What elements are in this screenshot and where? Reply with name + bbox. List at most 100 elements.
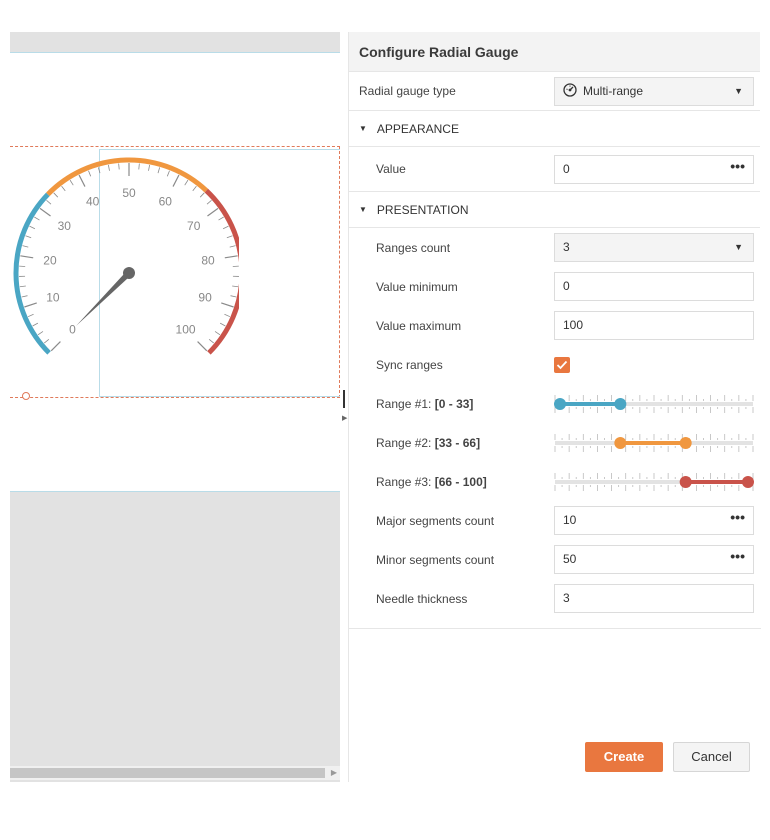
presentation-section-header[interactable]: ▼ PRESENTATION [349, 192, 760, 228]
gauge-major-tick [221, 302, 234, 308]
gauge-minor-tick [19, 285, 26, 288]
panel-title: Configure Radial Gauge [349, 32, 760, 72]
gauge-major-tick [20, 255, 34, 259]
ranges-count-select[interactable]: 3 ▼ [554, 233, 754, 262]
horizontal-scrollbar[interactable]: ▶ [10, 766, 340, 780]
needle-thickness-text: 3 [563, 591, 570, 605]
gauge-minor-tick [107, 164, 110, 171]
minor-segments-row: Minor segments count 50 ••• [349, 540, 760, 579]
range-3-row: Range #3: [66 - 100] [349, 462, 760, 501]
more-options-icon[interactable]: ••• [730, 543, 745, 570]
value-maximum-text: 100 [563, 318, 584, 332]
major-segments-row: Major segments count 10 ••• [349, 501, 760, 540]
gauge-tick-label: 10 [46, 291, 60, 305]
gauge-type-label: Radial gauge type [359, 84, 456, 98]
gauge-type-value: Multi-range [583, 83, 644, 98]
checkmark-icon [556, 360, 568, 369]
gauge-minor-tick [166, 170, 170, 177]
range-1-row: Range #1: [0 - 33] [349, 384, 760, 423]
gauge-icon [563, 82, 577, 97]
gauge-type-select[interactable]: Multi-range ▼ [554, 76, 754, 106]
range-3-bracket: [66 - 100] [434, 474, 487, 489]
gauge-minor-tick [184, 179, 189, 186]
minor-segments-text: 50 [563, 552, 577, 566]
range-1-bracket: [0 - 33] [434, 396, 474, 411]
cancel-button[interactable]: Cancel [673, 742, 750, 772]
gauge-minor-tick [222, 225, 229, 230]
appearance-section-header[interactable]: ▼ APPEARANCE [349, 111, 760, 147]
radial-gauge[interactable]: 0 10 20 30 40 50 60 70 80 90 100 [10, 123, 239, 373]
gauge-minor-tick [118, 163, 120, 170]
gauge-major-tick [197, 341, 208, 352]
range-2-label-text: Range #2: [376, 435, 432, 450]
gauge-minor-tick [157, 167, 161, 174]
ranges-count-row: Ranges count 3 ▼ [349, 228, 760, 267]
gauge-tick-label: 40 [86, 195, 100, 209]
gauge-minor-tick [219, 322, 226, 327]
gauge-minor-tick [97, 167, 101, 174]
more-options-icon[interactable]: ••• [730, 153, 745, 180]
gauge-minor-tick [206, 199, 212, 205]
needle-thickness-row: Needle thickness 3 [349, 579, 760, 618]
range-3-label: Range #3: [66 - 100] [376, 475, 487, 489]
gauge-minor-tick [224, 313, 231, 318]
range-2-slider[interactable] [554, 423, 754, 462]
gauge-minor-tick [214, 331, 221, 336]
panel-splitter[interactable] [343, 390, 345, 408]
gauge-minor-tick [138, 163, 140, 170]
minor-segments-input[interactable]: 50 ••• [554, 545, 754, 574]
canvas-top-strip [10, 32, 340, 52]
gauge-major-tick [24, 302, 37, 308]
appearance-header-label: APPEARANCE [376, 121, 459, 136]
range-1-slider[interactable] [554, 384, 754, 423]
value-maximum-input[interactable]: 100 [554, 311, 754, 340]
gauge-tick-label: 80 [201, 253, 215, 267]
gauge-minor-tick [88, 170, 92, 177]
gauge-minor-tick [53, 192, 59, 198]
slider-handle-start[interactable] [614, 437, 627, 449]
chevron-down-icon: ▼ [734, 85, 743, 96]
gauge-tick-label: 50 [122, 186, 136, 200]
scroll-right-arrow-icon[interactable]: ▶ [328, 766, 340, 780]
selection-handle[interactable] [22, 392, 30, 400]
gauge-tick-label: 0 [69, 323, 76, 337]
gauge-tick-label: 100 [176, 323, 196, 337]
sync-ranges-checkbox[interactable] [554, 356, 570, 373]
needle-thickness-input[interactable]: 3 [554, 584, 754, 613]
range-2-row: Range #2: [33 - 66] [349, 423, 760, 462]
splitter-arrow-icon[interactable]: ▶ [342, 414, 347, 422]
major-segments-text: 10 [563, 513, 577, 527]
gauge-minor-tick [218, 216, 224, 221]
gauge-minor-tick [22, 245, 29, 248]
value-minimum-text: 0 [563, 279, 570, 293]
range-3-label-text: Range #3: [376, 474, 432, 489]
slider-handle-end[interactable] [742, 476, 754, 488]
slider-handle-end[interactable] [614, 398, 627, 410]
gauge-minor-tick [61, 185, 66, 192]
gauge-minor-tick [32, 322, 39, 327]
value-minimum-input[interactable]: 0 [554, 272, 754, 301]
create-button[interactable]: Create [585, 742, 663, 772]
ranges-count-label: Ranges count [376, 240, 451, 255]
designer-canvas[interactable]: 0 10 20 30 40 50 60 70 80 90 100 ▶ [10, 32, 340, 782]
scrollbar-thumb[interactable] [10, 768, 325, 778]
value-minimum-label: Value minimum [376, 279, 458, 294]
gauge-minor-tick [192, 185, 197, 192]
range-3-slider[interactable] [554, 462, 754, 501]
slider-handle-start[interactable] [554, 398, 566, 410]
range-2-label: Range #2: [33 - 66] [376, 436, 480, 450]
gauge-minor-tick [69, 179, 74, 186]
gauge-minor-tick [29, 225, 36, 230]
gauge-major-tick [39, 207, 51, 217]
gauge-minor-tick [208, 338, 215, 344]
slider-handle-start[interactable] [679, 476, 692, 488]
chevron-down-icon: ▼ [734, 242, 743, 252]
gauge-type-row: Radial gauge type Multi-range ▼ [349, 72, 760, 111]
gauge-major-tick [207, 207, 219, 217]
major-segments-input[interactable]: 10 ••• [554, 506, 754, 535]
value-input[interactable]: 0 ••• [554, 153, 754, 184]
more-options-icon[interactable]: ••• [730, 504, 745, 531]
range-2-bracket: [33 - 66] [434, 435, 481, 450]
slider-handle-end[interactable] [679, 437, 692, 449]
value-maximum-row: Value maximum 100 [349, 306, 760, 345]
